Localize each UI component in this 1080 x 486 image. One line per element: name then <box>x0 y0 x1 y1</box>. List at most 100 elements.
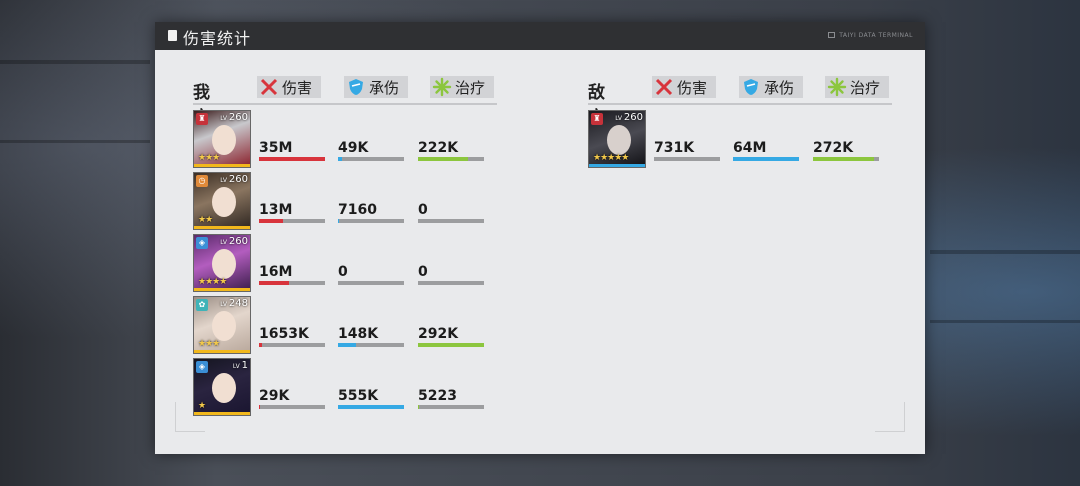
portrait-face <box>212 373 236 403</box>
damage-stat: 29K <box>259 388 325 409</box>
portrait-face <box>212 125 236 155</box>
taken-bar <box>338 405 404 409</box>
healing-value: 292K <box>418 326 459 342</box>
orange-clock-class-icon: ◷ <box>196 175 208 187</box>
crossed-swords-icon <box>655 78 673 96</box>
unit-portrait[interactable]: ✿ LV 248 ★★★ <box>193 296 251 354</box>
damage-value: 29K <box>259 388 290 404</box>
red-tower-class-icon: ♜ <box>591 113 603 125</box>
taken-value: 49K <box>338 140 369 156</box>
taken-value: 64M <box>733 140 767 156</box>
crossed-swords-icon <box>260 78 278 96</box>
damage-value: 35M <box>259 140 293 156</box>
damage-stats-panel: 伤害统计 TAIYI DATA TERMINAL 我方 伤害 承伤 <box>155 22 925 454</box>
portrait-face <box>607 125 631 155</box>
blue-shield-class-icon: ◈ <box>196 237 208 249</box>
taken-column-header: 承伤 <box>739 76 803 98</box>
rarity-bar <box>194 226 250 229</box>
healing-stat: 222K <box>418 140 484 161</box>
healing-bar <box>418 281 484 285</box>
healing-stat: 272K <box>813 140 879 161</box>
taken-bar-fill <box>733 157 799 161</box>
unit-row: ◈ LV 1 ★ 29K 555K 5223 <box>193 358 493 416</box>
unit-row: ✿ LV 248 ★★★ 1653K 148K 292K <box>193 296 493 354</box>
unit-row: ♜ LV 260 ★★★★★ 731K 64M 272K <box>588 110 888 168</box>
damage-column-header: 伤害 <box>257 76 321 98</box>
sparkle-icon <box>432 77 452 97</box>
portrait-face <box>212 187 236 217</box>
rarity-bar <box>194 288 250 291</box>
unit-stars: ★★★★★ <box>593 153 629 163</box>
damage-stat: 731K <box>654 140 720 161</box>
teal-flower-class-icon: ✿ <box>196 299 208 311</box>
taken-column-header: 承伤 <box>344 76 408 98</box>
unit-row: ♜ LV 260 ★★★ 35M 49K 222K <box>193 110 493 168</box>
taken-bar-fill <box>338 157 342 161</box>
healing-value: 0 <box>418 264 428 280</box>
taken-stat: 555K <box>338 388 404 409</box>
portrait-face <box>212 311 236 341</box>
damage-bar <box>259 219 325 223</box>
sparkle-icon <box>827 77 847 97</box>
damage-value: 16M <box>259 264 293 280</box>
taken-stat: 7160 <box>338 202 404 223</box>
unit-level: LV 260 <box>615 112 643 123</box>
rarity-bar <box>194 164 250 167</box>
healing-value: 222K <box>418 140 459 156</box>
damage-stat: 16M <box>259 264 325 285</box>
unit-level: LV 260 <box>220 236 248 247</box>
unit-stars: ★★★ <box>198 153 220 163</box>
damage-value: 13M <box>259 202 293 218</box>
panel-header: 伤害统计 TAIYI DATA TERMINAL <box>155 22 925 50</box>
healing-value: 272K <box>813 140 854 156</box>
damage-bar-fill <box>259 281 289 285</box>
damage-bar-fill <box>259 343 262 347</box>
enemies-divider <box>588 103 892 105</box>
healing-value: 0 <box>418 202 428 218</box>
unit-level: LV 260 <box>220 174 248 185</box>
unit-portrait[interactable]: ♜ LV 260 ★★★★★ <box>588 110 646 168</box>
healing-bar-fill <box>813 157 874 161</box>
taken-bar <box>338 157 404 161</box>
taken-bar <box>733 157 799 161</box>
healing-stat: 5223 <box>418 388 484 409</box>
damage-bar <box>259 157 325 161</box>
taken-stat: 49K <box>338 140 404 161</box>
healing-column-header: 治疗 <box>825 76 889 98</box>
unit-level: LV 1 <box>232 360 248 371</box>
healing-bar-fill <box>418 157 468 161</box>
brand-label: TAIYI DATA TERMINAL <box>828 32 913 39</box>
taken-bar-fill <box>338 219 339 223</box>
taken-value: 555K <box>338 388 379 404</box>
damage-bar <box>259 281 325 285</box>
healing-bar <box>813 157 879 161</box>
taken-bar <box>338 281 404 285</box>
taken-value: 148K <box>338 326 379 342</box>
damage-bar-fill <box>259 219 283 223</box>
unit-stars: ★★ <box>198 215 213 225</box>
damage-stat: 35M <box>259 140 325 161</box>
unit-row: ◈ LV 260 ★★★★ 16M 0 0 <box>193 234 493 292</box>
damage-column-header: 伤害 <box>652 76 716 98</box>
taken-bar-fill <box>338 405 404 409</box>
damage-bar <box>259 405 325 409</box>
healing-bar <box>418 219 484 223</box>
taken-stat: 64M <box>733 140 799 161</box>
unit-portrait[interactable]: ◈ LV 260 ★★★★ <box>193 234 251 292</box>
taken-bar-fill <box>338 343 356 347</box>
rarity-bar <box>194 350 250 353</box>
taken-bar <box>338 343 404 347</box>
unit-portrait[interactable]: ◷ LV 260 ★★ <box>193 172 251 230</box>
healing-bar <box>418 343 484 347</box>
taken-value: 7160 <box>338 202 377 218</box>
unit-level: LV 260 <box>220 112 248 123</box>
red-tower-class-icon: ♜ <box>196 113 208 125</box>
damage-bar <box>259 343 325 347</box>
damage-stat: 13M <box>259 202 325 223</box>
healing-bar-fill <box>418 405 419 409</box>
unit-portrait[interactable]: ♜ LV 260 ★★★ <box>193 110 251 168</box>
unit-row: ◷ LV 260 ★★ 13M 7160 0 <box>193 172 493 230</box>
healing-stat: 292K <box>418 326 484 347</box>
damage-value: 731K <box>654 140 695 156</box>
healing-bar <box>418 157 484 161</box>
